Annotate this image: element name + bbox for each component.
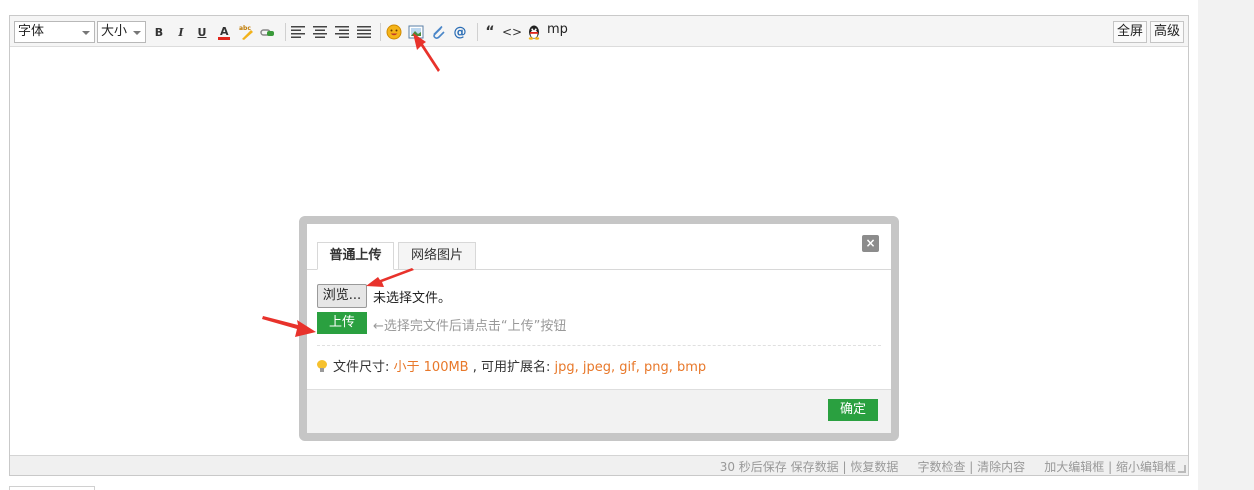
editor-status-bar: 30 秒后保存 保存数据 | 恢复数据 字数检查 | 清除内容 加大编辑框 | … xyxy=(10,455,1188,475)
bold-button[interactable]: B xyxy=(151,24,167,40)
font-color-icon: A xyxy=(218,25,230,40)
confirm-button[interactable]: 确定 xyxy=(828,399,878,421)
font-family-select[interactable]: 字体 xyxy=(14,21,95,43)
divider-text: | xyxy=(969,460,978,474)
italic-icon: I xyxy=(178,25,184,39)
quote-icon: “ xyxy=(485,24,495,40)
underline-icon: U xyxy=(197,25,207,39)
enlarge-editor-link[interactable]: 加大编辑框 xyxy=(1044,460,1104,474)
toolbar-divider xyxy=(380,23,381,41)
chevron-down-icon xyxy=(133,31,141,35)
emoticon-button[interactable] xyxy=(386,24,402,40)
justify-icon xyxy=(357,26,371,38)
resize-handle[interactable] xyxy=(1178,465,1186,473)
right-gutter xyxy=(1198,0,1254,490)
no-file-selected-text: 未选择文件。 xyxy=(373,291,452,306)
clear-content-link[interactable]: 清除内容 xyxy=(977,460,1025,474)
link-icon xyxy=(260,29,274,36)
align-left-icon xyxy=(291,26,305,38)
tab-normal-upload[interactable]: 普通上传 xyxy=(317,242,394,270)
code-icon: <> xyxy=(501,25,523,39)
extension-label: , 可用扩展名: xyxy=(468,360,555,375)
align-right-icon xyxy=(335,26,349,38)
page: 字体 大小 B I U A abc @ “ <> mp 全屏 高级 30 秒后保… xyxy=(0,0,1254,490)
highlight-button[interactable]: abc xyxy=(238,24,254,40)
restore-data-link[interactable]: 恢复数据 xyxy=(850,460,898,474)
align-left-button[interactable] xyxy=(290,24,306,40)
image-upload-dialog: 普通上传 网络图片 × 浏览... 未选择文件。 上传 ←选择完文件后请点击“上… xyxy=(299,216,899,441)
fullscreen-button[interactable]: 全屏 xyxy=(1113,21,1148,43)
mp-button[interactable]: mp xyxy=(547,22,568,37)
size-label: 文件尺寸: xyxy=(333,360,394,375)
at-icon: @ xyxy=(453,24,467,40)
dialog-footer: 确定 xyxy=(307,389,891,433)
smiley-icon xyxy=(386,24,402,40)
insert-image-button[interactable] xyxy=(408,24,424,40)
upload-button[interactable]: 上传 xyxy=(317,312,367,334)
allowed-extensions: jpg, jpeg, gif, png, bmp xyxy=(554,360,707,375)
underline-button[interactable]: U xyxy=(194,24,210,40)
align-right-button[interactable] xyxy=(334,24,350,40)
autosave-countdown: 30 秒后保存 xyxy=(719,460,787,474)
status-links: 30 秒后保存 保存数据 | 恢复数据 字数检查 | 清除内容 加大编辑框 | … xyxy=(720,458,1176,475)
svg-text:A: A xyxy=(220,25,229,38)
editor-toolbar: 字体 大小 B I U A abc @ “ <> mp 全屏 高级 xyxy=(10,16,1188,47)
svg-text:abc: abc xyxy=(239,25,251,32)
qq-button[interactable] xyxy=(526,24,542,40)
tab-network-image[interactable]: 网络图片 xyxy=(398,242,476,270)
align-center-button[interactable] xyxy=(312,24,328,40)
divider-text: | xyxy=(1108,460,1116,474)
close-icon[interactable]: × xyxy=(862,235,879,252)
code-button[interactable]: <> xyxy=(501,24,523,40)
attachment-button[interactable] xyxy=(430,24,446,40)
highlight-icon: abc xyxy=(239,25,253,40)
image-icon xyxy=(408,25,424,39)
lightbulb-icon xyxy=(317,360,327,372)
italic-button[interactable]: I xyxy=(173,24,189,40)
font-family-label: 字体 xyxy=(18,24,45,39)
size-limit: 小于 100MB xyxy=(393,360,469,375)
dashed-divider xyxy=(317,345,881,346)
upload-hint: ←选择完文件后请点击“上传”按钮 xyxy=(373,319,567,334)
qq-penguin-icon xyxy=(528,25,540,40)
file-requirements: 文件尺寸: 小于 100MB , 可用扩展名: jpg, jpeg, gif, … xyxy=(317,356,706,375)
mention-button[interactable]: @ xyxy=(452,24,468,40)
toolbar-divider xyxy=(477,23,478,41)
font-size-label: 大小 xyxy=(101,24,128,39)
quote-button[interactable]: “ xyxy=(482,24,498,40)
browse-button[interactable]: 浏览... xyxy=(317,284,367,308)
word-check-link[interactable]: 字数检查 xyxy=(917,460,965,474)
paperclip-icon xyxy=(433,25,445,39)
toolbar-divider xyxy=(285,23,286,41)
save-data-link[interactable]: 保存数据 xyxy=(791,460,839,474)
font-size-select[interactable]: 大小 xyxy=(97,21,146,43)
bold-icon: B xyxy=(154,25,164,39)
link-button[interactable] xyxy=(260,24,276,40)
chevron-down-icon xyxy=(82,31,90,35)
advanced-button[interactable]: 高级 xyxy=(1150,21,1185,43)
dialog-tabs: 普通上传 网络图片 × xyxy=(307,224,891,270)
shrink-editor-link[interactable]: 缩小编辑框 xyxy=(1116,460,1176,474)
justify-button[interactable] xyxy=(356,24,372,40)
below-editor-box xyxy=(9,486,95,490)
font-color-button[interactable]: A xyxy=(216,24,232,40)
align-center-icon xyxy=(313,26,327,38)
